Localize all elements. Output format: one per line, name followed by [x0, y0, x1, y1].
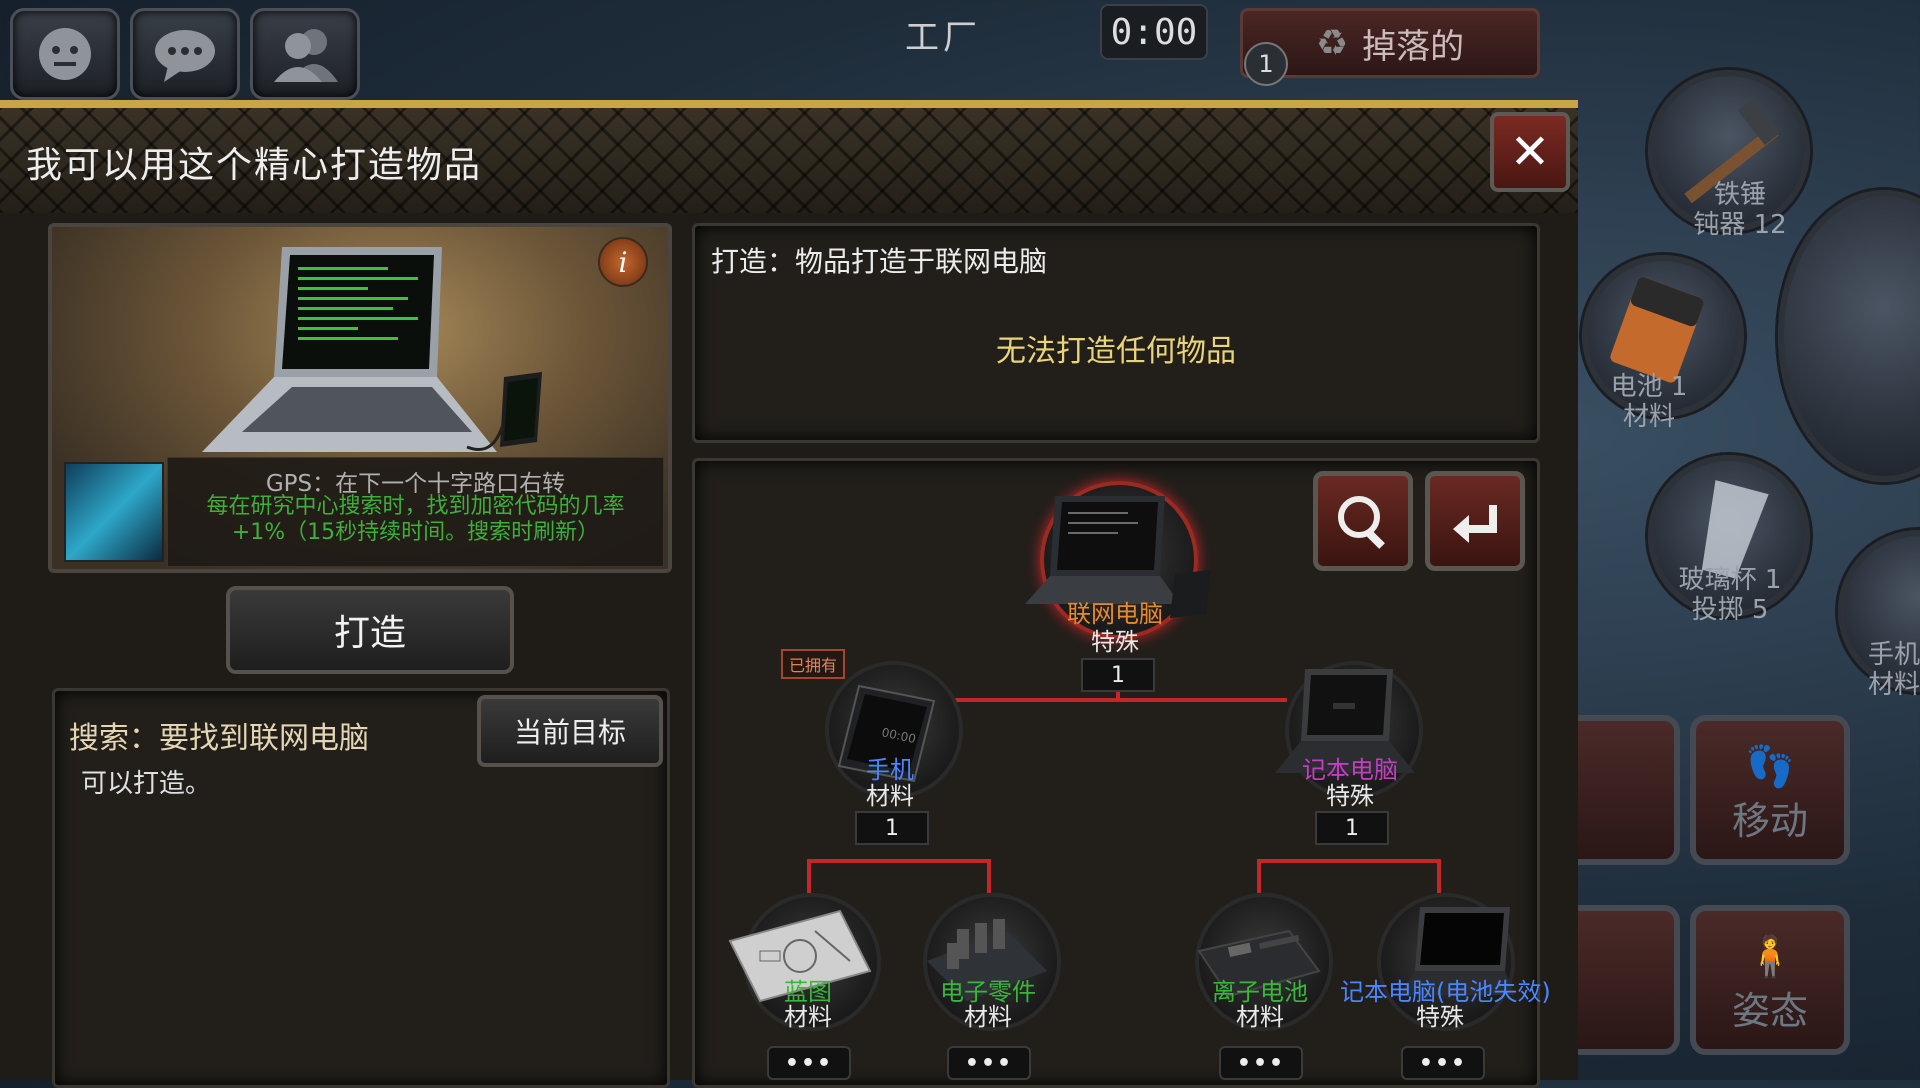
craft-info-message: 无法打造任何物品 [996, 334, 1236, 369]
recipe-node-laptop-dead-battery-more[interactable]: ••• [1401, 1046, 1485, 1080]
gps-chip-icon [64, 462, 164, 562]
return-arrow-icon [1453, 505, 1497, 543]
recipe-node-laptop-qty: 1 [1315, 811, 1389, 845]
tree-connector [1257, 859, 1261, 893]
stance-label: 姿态 [1731, 989, 1808, 1033]
craft-info-title: 打造：物品打造于联网电脑 [711, 245, 1048, 278]
recipe-node-phone-qty: 1 [855, 811, 929, 845]
info-icon[interactable]: i [598, 237, 648, 287]
recipe-node-electronic-parts-type: 材料 [964, 1003, 1012, 1031]
recipe-node-laptop-name: 记本电脑 [1302, 756, 1398, 784]
people-icon [274, 29, 338, 82]
drop-label: 掉落的 [1362, 26, 1465, 67]
recipe-node-blueprint-type: 材料 [784, 1003, 832, 1031]
location-title: 工厂 [905, 18, 981, 58]
tree-connector [1437, 859, 1441, 893]
move-label: 移动 [1731, 799, 1808, 843]
recipe-node-root-qty: 1 [1081, 658, 1155, 692]
smiley-icon [39, 28, 91, 80]
search-tool-button[interactable] [1313, 471, 1413, 571]
dialog-header: 我可以用这个精心打造物品 ✕ [0, 108, 1578, 213]
recipe-node-ion-battery-name: 离子电池 [1212, 978, 1308, 1006]
dialog-title: 我可以用这个精心打造物品 [26, 145, 483, 186]
craft-button[interactable]: 打造 [226, 586, 514, 674]
inventory-label-battery: 电池 1 材料 [1610, 372, 1688, 432]
owned-tag: 已拥有 [781, 649, 846, 679]
current-target-button[interactable]: 当前目标 [477, 695, 663, 767]
recipe-node-ion-battery-more[interactable]: ••• [1219, 1046, 1303, 1080]
recipe-node-blueprint-name: 蓝图 [784, 978, 832, 1006]
footprint-icon: 👣 [1745, 744, 1795, 790]
recipe-node-phone-type: 材料 [866, 782, 914, 810]
recipe-node-blueprint-more[interactable]: ••• [767, 1046, 851, 1080]
recipe-node-ion-battery-type: 材料 [1236, 1003, 1284, 1031]
tree-connector [987, 859, 991, 893]
recipe-node-laptop-dead-battery-name: 记本电脑(电池失效) [1340, 978, 1551, 1006]
emoji-button[interactable] [10, 8, 120, 100]
recipe-node-root-type: 特殊 [1091, 628, 1139, 656]
magnifier-icon [1338, 496, 1385, 549]
recipe-node-electronic-parts-more[interactable]: ••• [947, 1046, 1031, 1080]
crafting-dialog: 我可以用这个精心打造物品 ✕ i GPS：在下一个十字路口右转 每在研究中心搜索… [0, 100, 1578, 1088]
item-name: GPS：在下一个十字路口右转 [265, 471, 566, 497]
chat-bubble-icon [155, 30, 215, 82]
recycle-icon: ♻ [1315, 22, 1349, 64]
stance-icon: 🧍 [1745, 934, 1795, 980]
recipe-node-electronic-parts-name: 电子零件 [940, 978, 1036, 1006]
game-timer: 0:00 [1100, 4, 1208, 60]
stance-button[interactable]: 🧍 姿态 [1690, 905, 1850, 1055]
inventory-label-phone: 手机 材料 [1868, 640, 1920, 700]
laptop-phone-image [202, 247, 542, 452]
craft-info-panel: 打造：物品打造于联网电脑 无法打造任何物品 [692, 223, 1540, 443]
move-button[interactable]: 👣 移动 [1690, 715, 1850, 865]
friends-button[interactable] [250, 8, 360, 100]
search-panel: 搜索：要找到联网电脑 可以打造。 当前目标 [52, 688, 670, 1088]
tree-connector [807, 859, 811, 893]
recipe-node-phone-name: 手机 [866, 756, 914, 784]
item-preview: i GPS：在下一个十字路口右转 每在研究中心搜索时，找到加密代码的几率+1%（… [48, 223, 672, 573]
drop-count-badge: 1 [1244, 42, 1288, 86]
item-description-box: GPS：在下一个十字路口右转 每在研究中心搜索时，找到加密代码的几率+1%（15… [167, 457, 664, 567]
tree-connector [807, 859, 991, 863]
search-title: 搜索：要找到联网电脑 [69, 721, 369, 756]
back-tool-button[interactable] [1425, 471, 1525, 571]
recipe-node-root-name: 联网电脑 [1067, 600, 1163, 628]
recipe-node-laptop-type: 特殊 [1326, 782, 1374, 810]
inventory-label-hammer: 铁锤 钝器 12 [1693, 180, 1787, 240]
close-button[interactable]: ✕ [1490, 112, 1570, 192]
tree-connector [1257, 859, 1441, 863]
search-subtitle: 可以打造。 [81, 769, 212, 799]
recipe-node-laptop-dead-battery-type: 特殊 [1416, 1003, 1464, 1031]
recipe-tree-panel: 联网电脑 特殊 1 已拥有 00:00 手机 材料 1 记本电脑 特殊 1 蓝图… [692, 458, 1551, 1088]
close-icon: ✕ [1509, 124, 1551, 180]
inventory-label-glass: 玻璃杯 1 投掷 5 [1678, 565, 1782, 625]
chat-button[interactable] [130, 8, 240, 100]
item-description: 每在研究中心搜索时，找到加密代码的几率+1%（15秒持续时间。搜索时刷新） [206, 494, 625, 545]
tree-connector [947, 698, 1287, 702]
